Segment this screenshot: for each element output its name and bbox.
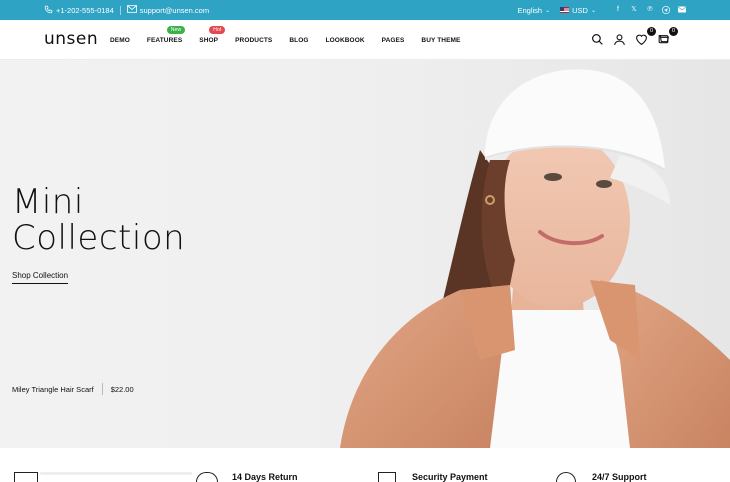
wishlist-count: 0	[647, 27, 656, 36]
divider	[101, 383, 103, 395]
hot-badge: Hot	[209, 25, 226, 34]
facebook-icon[interactable]: f	[614, 6, 622, 14]
email-link[interactable]: support@unsen.com	[126, 5, 210, 15]
wishlist-button[interactable]: 0	[635, 27, 656, 46]
nav-item-features[interactable]: FEATURES New	[147, 25, 186, 44]
feature-return-label: 14 Days Return	[232, 472, 298, 482]
product-price: $22.00	[110, 384, 134, 394]
hero-product-info[interactable]: Miley Triangle Hair Scarf $22.00	[12, 383, 134, 395]
hero-model-image	[340, 69, 730, 448]
mail-icon[interactable]	[678, 6, 686, 14]
feature-support-label: 24/7 Support	[592, 472, 647, 482]
hero-title-line2: Collection	[12, 218, 186, 258]
hero-banner: Mini Collection Shop Collection Miley Tr…	[0, 60, 730, 448]
divider	[119, 5, 121, 15]
feature-payment-label: Security Payment	[412, 472, 488, 482]
feature-scrollbar[interactable]	[40, 472, 192, 475]
contact-info: +1-202-555-0184 support@unsen.com	[44, 0, 209, 20]
envelope-icon	[126, 5, 137, 15]
nav-item-lookbook[interactable]: LOOKBOOK	[326, 37, 365, 44]
currency-select[interactable]: USD ⌄	[560, 6, 596, 15]
topbar-right: English ⌄ USD ⌄ f 𝕏 ℗	[517, 0, 686, 20]
pinterest-icon[interactable]: ℗	[646, 6, 654, 14]
shop-collection-link[interactable]: Shop Collection	[12, 271, 69, 284]
logo[interactable]: unsen	[44, 29, 98, 49]
product-name: Miley Triangle Hair Scarf	[12, 384, 94, 394]
return-icon	[196, 472, 218, 482]
features-strip: 14 Days Return Security Payment 24/7 Sup…	[0, 448, 730, 482]
cart-icon	[657, 33, 670, 50]
top-bar: +1-202-555-0184 support@unsen.com Englis…	[0, 0, 730, 20]
nav-item-demo[interactable]: DEMO	[110, 37, 130, 44]
headset-icon	[556, 472, 576, 482]
currency-label: USD	[572, 5, 588, 15]
main-nav: DEMO FEATURES New SHOP Hot PRODUCTS BLOG…	[110, 20, 477, 60]
telegram-icon[interactable]	[662, 6, 670, 14]
language-label: English	[517, 5, 543, 15]
heart-icon	[635, 33, 648, 50]
user-icon[interactable]	[613, 33, 626, 46]
hero-title: Mini Collection	[12, 184, 185, 256]
chevron-down-icon: ⌄	[545, 7, 551, 14]
nav-item-shop[interactable]: SHOP Hot	[199, 25, 226, 44]
search-icon[interactable]	[591, 33, 604, 46]
main-header: unsen DEMO FEATURES New SHOP Hot PRODUCT…	[0, 20, 730, 60]
language-select[interactable]: English ⌄	[517, 6, 550, 15]
cart-count: 0	[669, 27, 678, 36]
nav-item-blog[interactable]: BLOG	[289, 37, 308, 44]
hero-title-line1: Mini	[12, 182, 84, 222]
social-links: f 𝕏 ℗	[614, 6, 686, 14]
nav-item-pages[interactable]: PAGES	[382, 37, 405, 44]
phone-icon	[44, 5, 53, 16]
nav-item-products[interactable]: PRODUCTS	[235, 37, 272, 44]
truck-icon	[14, 472, 38, 482]
nav-item-buy-theme[interactable]: BUY THEME	[421, 37, 460, 44]
new-badge: New	[166, 25, 186, 34]
chevron-down-icon: ⌄	[590, 7, 596, 14]
phone-link[interactable]: +1-202-555-0184	[44, 5, 114, 16]
cart-button[interactable]: 0	[657, 27, 678, 46]
shield-icon	[378, 472, 396, 482]
header-actions: 0 0	[591, 27, 678, 46]
email-address: support@unsen.com	[139, 5, 210, 15]
x-icon[interactable]: 𝕏	[630, 6, 638, 14]
us-flag-icon	[560, 7, 570, 13]
phone-number: +1-202-555-0184	[56, 5, 114, 15]
